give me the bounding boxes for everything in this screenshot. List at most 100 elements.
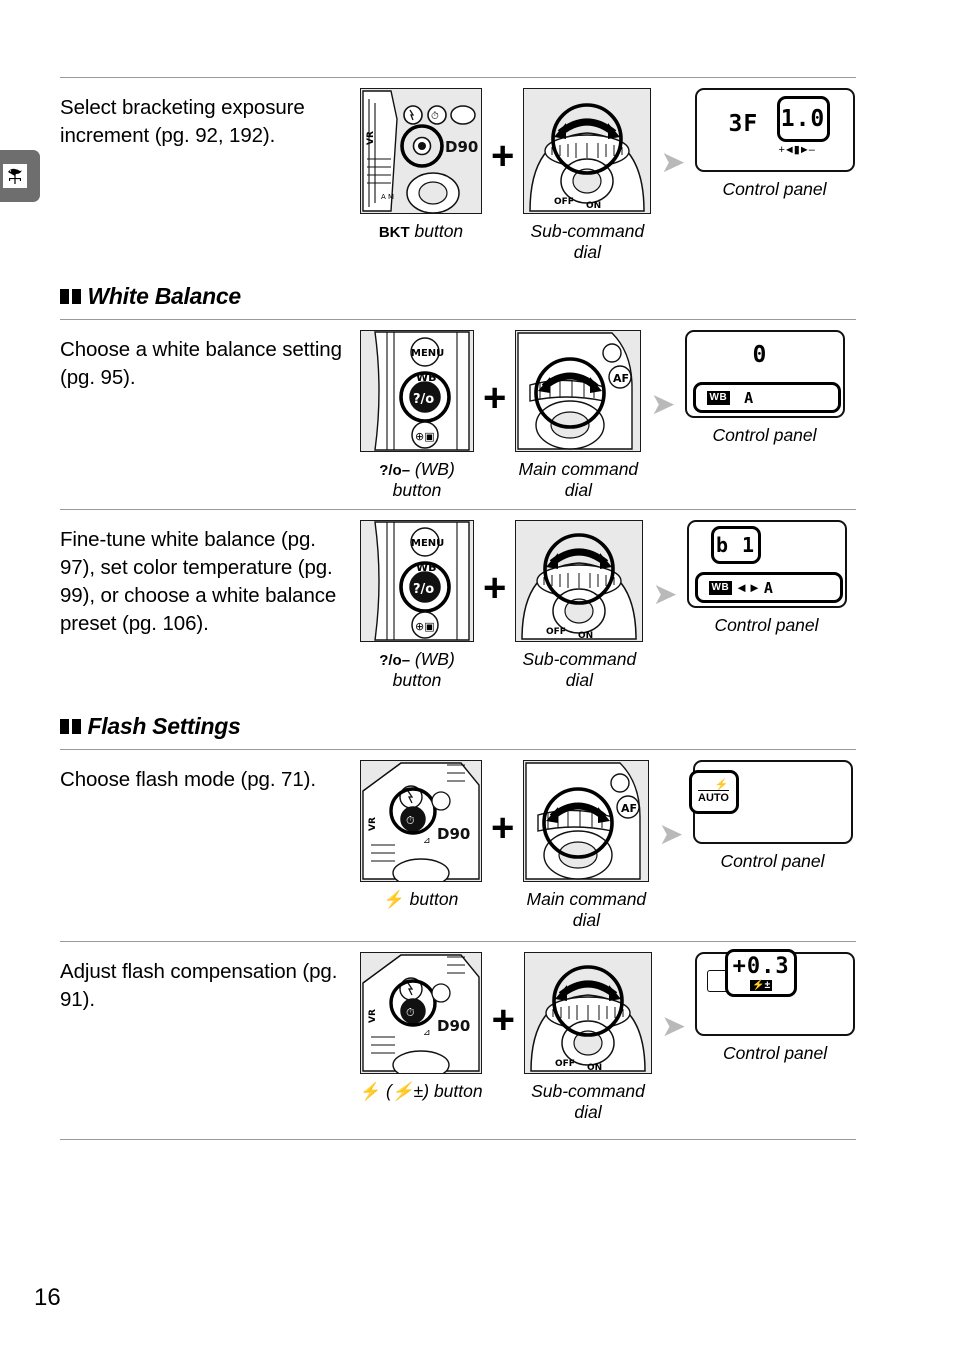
panel-caption: Control panel xyxy=(712,425,817,445)
dial-caption: Sub-command dial xyxy=(522,649,637,690)
button-caption-symbol: ⚡ xyxy=(383,890,405,909)
row-description: Select bracketing exposure increment (pg… xyxy=(60,96,305,147)
camera-bkt-button-photo: VR A M ⏱ D90 xyxy=(360,88,482,214)
panel-caption: Control panel xyxy=(722,179,827,199)
button-figure: ⏱ ⊿ D90 VR xyxy=(360,760,482,910)
control-panel-figure: ⚡ AUTO Control panel xyxy=(688,760,853,872)
section-heading-flash-settings: Flash Settings xyxy=(60,713,856,740)
arrow-icon: ➤ xyxy=(658,818,684,851)
control-panel-lcd: ⚡ AUTO xyxy=(688,760,853,844)
lcd-wb-chip: WB xyxy=(708,580,733,595)
dial-caption: Main command dial xyxy=(518,459,639,500)
margin-section-tab xyxy=(0,150,40,202)
manual-page: Select bracketing exposure increment (pg… xyxy=(34,0,856,1352)
button-caption: ?/o– (WB) button xyxy=(379,459,455,500)
svg-text:AF: AF xyxy=(613,372,629,385)
svg-text:?/o: ?/o xyxy=(413,582,434,597)
dial-caption: Sub-command dial xyxy=(530,221,645,262)
camera-flash-comp-button-photo: ⏱ ⊿ D90 VR xyxy=(360,952,483,1074)
panel-caption: Control panel xyxy=(714,615,819,635)
weathervane-icon xyxy=(3,164,27,188)
svg-text:ON: ON xyxy=(578,631,593,641)
row-description: Fine-tune white balance (pg. 97), set co… xyxy=(60,528,337,635)
svg-text:ON: ON xyxy=(586,201,601,211)
panel-caption: Control panel xyxy=(720,851,825,871)
lcd-flash-mode: AUTO xyxy=(698,790,729,804)
control-panel-figure: 0 WB A Control panel xyxy=(684,330,845,446)
dial-figure: AF Main command dial xyxy=(515,330,642,501)
svg-text:⏱: ⏱ xyxy=(406,814,415,827)
lcd-increment-value: 1.0 xyxy=(780,106,826,132)
arrow-icon: ➤ xyxy=(660,146,686,179)
svg-text:⊕▣: ⊕▣ xyxy=(415,430,435,443)
heading-bullets-icon xyxy=(60,289,81,304)
lcd-primary-value: b 1 xyxy=(715,533,756,557)
control-panel-figure: 3F 1.0 +◄▮►– Control panel xyxy=(694,88,855,200)
svg-text:MENU: MENU xyxy=(411,538,444,549)
sub-command-dial-photo: OFF ON xyxy=(523,88,652,214)
lcd-primary-value: 3F xyxy=(728,111,759,137)
dial-figure: OFF ON Sub-command dial xyxy=(523,88,652,263)
button-caption-symbol: ?/o– xyxy=(379,652,411,669)
lcd-highlight-box: ⚡ AUTO xyxy=(688,770,739,814)
camera-wb-button-photo: MENU WB ?/o ⊕▣ xyxy=(360,330,474,452)
lcd-bracket-scale: +◄▮►– xyxy=(778,144,815,156)
heading-text: White Balance xyxy=(87,283,242,309)
lcd-primary-value: 0 xyxy=(752,342,768,368)
svg-text:OFF: OFF xyxy=(546,627,566,637)
main-command-dial-photo: AF xyxy=(523,760,650,882)
button-caption-symbol: ?/o– xyxy=(379,462,411,479)
sub-command-dial-photo: OFF ON xyxy=(523,952,652,1074)
arrow-icon: ➤ xyxy=(652,578,678,611)
lcd-highlight-box: 1.0 xyxy=(776,96,830,142)
row-description: Choose flash mode (pg. 71). xyxy=(60,768,316,791)
dial-figure: AF Main command dial xyxy=(523,760,650,931)
arrow-icon: ➤ xyxy=(660,1010,687,1043)
section-heading-white-balance: White Balance xyxy=(60,283,856,310)
heading-text: Flash Settings xyxy=(87,713,241,739)
button-figure: VR A M ⏱ D90 BKT button xyxy=(360,88,482,242)
control-panel-lcd: 3F 1.0 +◄▮►– xyxy=(694,88,855,172)
svg-text:MENU: MENU xyxy=(411,348,444,359)
main-command-dial-photo: AF xyxy=(515,330,642,452)
control-panel-lcd: +0.3 ⚡± xyxy=(695,949,856,1036)
svg-text:VR: VR xyxy=(368,817,378,831)
plus-sign: + xyxy=(483,566,507,610)
flash-compensation-icon: ⚡± xyxy=(750,979,773,991)
button-caption: ?/o– (WB) button xyxy=(379,649,455,690)
page-number: 16 xyxy=(34,1284,61,1311)
arrow-icon: ➤ xyxy=(650,388,676,421)
instruction-row-wb-finetune: Fine-tune white balance (pg. 97), set co… xyxy=(60,510,856,691)
divider xyxy=(60,1139,856,1140)
svg-text:OFF: OFF xyxy=(555,1059,575,1069)
lcd-highlight-box-wb: WB ◄► A xyxy=(694,572,843,603)
svg-text:⊕▣: ⊕▣ xyxy=(415,620,435,633)
control-panel-figure: +0.3 ⚡± Control panel xyxy=(695,949,856,1064)
svg-text:VR: VR xyxy=(366,131,376,145)
lcd-wb-value: A xyxy=(763,578,774,597)
instruction-row-wb-setting: Choose a white balance setting (pg. 95).… xyxy=(60,320,856,501)
camera-flash-button-photo: ⏱ ⊿ D90 VR xyxy=(360,760,482,882)
button-caption: BKT button xyxy=(378,221,464,241)
instruction-row-flash-mode: Choose flash mode (pg. 71). ⏱ ⊿ D90 VR ⚡… xyxy=(60,750,856,931)
svg-text:AF: AF xyxy=(621,802,637,815)
lcd-wb-arrows-icon: ◄► xyxy=(735,580,761,595)
control-panel-figure: b 1 WB ◄► A Control panel xyxy=(686,520,847,636)
panel-caption: Control panel xyxy=(723,1043,828,1063)
svg-text:D90: D90 xyxy=(445,138,478,156)
svg-text:⊿: ⊿ xyxy=(423,836,431,846)
button-figure: MENU WB ?/o ⊕▣ ?/o– (WB) button xyxy=(360,330,474,501)
svg-text:⊿: ⊿ xyxy=(423,1028,431,1038)
sub-command-dial-photo: OFF ON xyxy=(515,520,644,642)
button-caption-symbol: ⚡ xyxy=(360,1082,382,1101)
button-caption: ⚡ (⚡±) button xyxy=(360,1081,483,1101)
instruction-row-bracketing: Select bracketing exposure increment (pg… xyxy=(60,78,856,263)
flash-bolt-icon: ⚡ xyxy=(714,779,729,791)
heading-bullets-icon xyxy=(60,719,81,734)
dial-figure: OFF ON Sub-command dial xyxy=(515,520,644,691)
plus-sign: + xyxy=(491,134,515,178)
dial-caption: Sub-command dial xyxy=(531,1081,645,1122)
row-description: Adjust flash compensation (pg. 91). xyxy=(60,960,338,1011)
lcd-highlight-box-value: b 1 xyxy=(710,526,761,564)
plus-sign: + xyxy=(491,806,515,850)
